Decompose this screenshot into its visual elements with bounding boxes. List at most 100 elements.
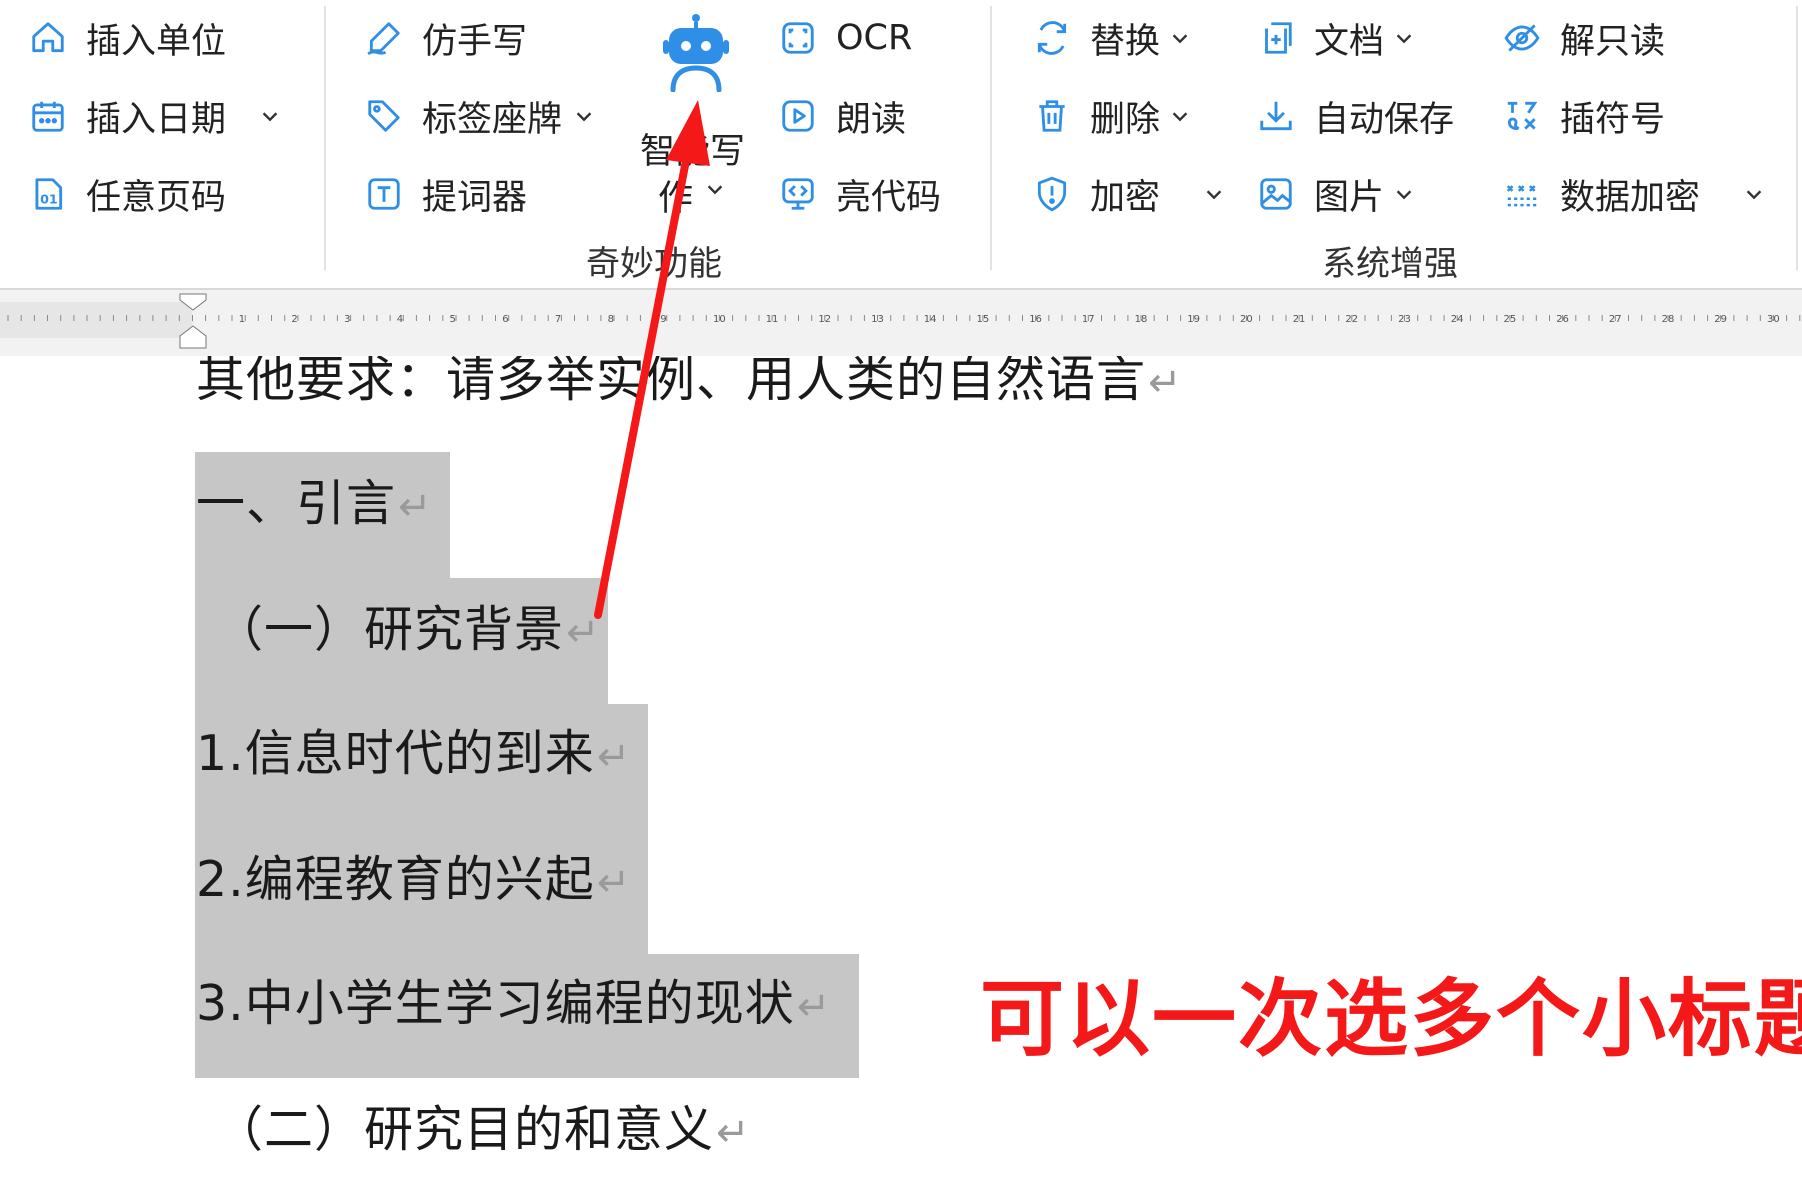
any-page-number-label: 任意页码: [86, 177, 227, 218]
ruler-scale: 1 2 3 4 5 6 7 8 9 10 11 12 13 14 15 16 17 18 19 20 21 22 23 24 2…: [0, 293, 1801, 349]
tag-icon: [364, 96, 404, 136]
ruler-number: 15: [977, 314, 990, 325]
read-aloud-button[interactable]: 朗读: [778, 88, 906, 144]
remove-readonly-button[interactable]: 解只读: [1502, 10, 1665, 66]
imitate-handwriting-button[interactable]: 仿手写: [364, 10, 527, 66]
document-button[interactable]: 文档: [1256, 10, 1418, 66]
list-item-3[interactable]: 3.中小学生学习编程的现状↵: [196, 964, 831, 1035]
chevron-down-icon[interactable]: [1390, 24, 1418, 52]
horizontal-ruler[interactable]: 1 2 3 4 5 6 7 8 9 10 11 12 13 14 15 16 17 18 19 20 21 22 23 24 2…: [0, 288, 1802, 358]
ruler-number: 20: [1240, 314, 1253, 325]
imitate-handwriting-label: 仿手写: [422, 21, 528, 62]
chevron-down-icon[interactable]: [570, 102, 598, 130]
chevron-down-icon[interactable]: [1166, 102, 1194, 130]
symbol-icon: [1502, 96, 1542, 136]
data-encrypt-button[interactable]: 数据加密: [1502, 166, 1768, 222]
ruler-number: 13: [871, 314, 884, 325]
encrypt-label: 加密: [1090, 177, 1161, 218]
chevron-down-icon[interactable]: [1166, 24, 1194, 52]
remove-readonly-label: 解只读: [1560, 21, 1666, 62]
label-name-card-button[interactable]: 标签座牌: [364, 88, 598, 144]
heading-introduction[interactable]: 一、引言↵: [196, 464, 433, 535]
code-monitor-icon: [778, 174, 818, 214]
any-page-number-button[interactable]: 01 任意页码: [28, 166, 226, 222]
text-box-icon: [364, 174, 404, 214]
auto-save-button[interactable]: 自动保存: [1256, 88, 1454, 144]
ruler-number: 30: [1767, 314, 1780, 325]
image-icon: [1256, 174, 1296, 214]
svg-text:01: 01: [40, 192, 58, 207]
encrypt-button[interactable]: 加密: [1032, 166, 1228, 222]
download-icon: [1256, 96, 1296, 136]
data-encrypt-label: 数据加密: [1560, 177, 1701, 218]
ruler-number: 8: [608, 314, 614, 325]
chevron-down-icon[interactable]: [1390, 180, 1418, 208]
ruler-number: 18: [1135, 314, 1148, 325]
read-aloud-label: 朗读: [836, 99, 907, 140]
ruler-number: 3: [344, 314, 350, 325]
ruler-number: 6: [502, 314, 508, 325]
ruler-margin: [0, 302, 192, 338]
page-number-icon: 01: [28, 174, 68, 214]
ruler-number: 1: [239, 314, 245, 325]
home-icon: [28, 18, 68, 58]
ruler-number: 9: [660, 314, 666, 325]
insert-date-label: 插入日期: [86, 99, 227, 140]
image-label: 图片: [1314, 177, 1385, 218]
chevron-down-icon[interactable]: [1740, 180, 1768, 208]
ruler-number: 27: [1609, 314, 1622, 325]
label-name-card-label: 标签座牌: [422, 99, 563, 140]
ruler-number: 4: [397, 314, 403, 325]
chevron-down-icon[interactable]: [704, 178, 730, 204]
insert-date-button[interactable]: 插入日期: [28, 88, 284, 144]
scan-frame-icon: [778, 18, 818, 58]
image-button[interactable]: 图片: [1256, 166, 1418, 222]
ruler-number: 26: [1556, 314, 1569, 325]
ruler-number: 24: [1451, 314, 1464, 325]
ruler-number: 10: [713, 314, 726, 325]
teleprompter-label: 提词器: [422, 177, 528, 218]
subheading-research-purpose[interactable]: （二）研究目的和意义↵: [214, 1090, 751, 1161]
ruler-number: 14: [924, 314, 937, 325]
teleprompter-button[interactable]: 提词器: [364, 166, 527, 222]
paragraph-other-requirements[interactable]: 其他要求：请多举实例、用人类的自然语言↵: [196, 356, 1183, 411]
ruler-number: 5: [450, 314, 456, 325]
highlight-code-button[interactable]: 亮代码: [778, 166, 941, 222]
delete-button[interactable]: 删除: [1032, 88, 1194, 144]
ribbon-toolbar: 插入单位 插入日期 01 任意页码 仿手写 标签座牌 提词器 智能写 作 OCR…: [0, 0, 1802, 288]
highlight-code-label: 亮代码: [836, 177, 942, 218]
document-add-icon: [1256, 18, 1296, 58]
insert-symbol-button[interactable]: 插符号: [1502, 88, 1665, 144]
masked-data-icon: [1502, 174, 1542, 214]
ribbon-separator: [324, 6, 326, 270]
list-item-2[interactable]: 2.编程教育的兴起↵: [196, 840, 631, 911]
pen-icon: [364, 18, 404, 58]
ribbon-separator: [990, 6, 992, 270]
ocr-button[interactable]: OCR: [778, 10, 912, 66]
calendar-icon: [28, 96, 68, 136]
list-item-1[interactable]: 1.信息时代的到来↵: [196, 714, 631, 785]
chevron-down-icon[interactable]: [256, 102, 284, 130]
ocr-label: OCR: [836, 18, 913, 58]
replace-button[interactable]: 替换: [1032, 10, 1194, 66]
ruler-number: 12: [818, 314, 831, 325]
subheading-research-background[interactable]: （一）研究背景↵: [214, 590, 601, 661]
trash-icon: [1032, 96, 1072, 136]
play-icon: [778, 96, 818, 136]
insert-symbol-label: 插符号: [1560, 99, 1666, 140]
robot-icon: [661, 12, 731, 93]
ai-writing-button[interactable]: 智能写 作: [636, 10, 756, 219]
ai-writing-label-line1: 智能写: [640, 132, 746, 172]
shield-icon: [1032, 174, 1072, 214]
replace-label: 替换: [1090, 21, 1161, 62]
ruler-number: 7: [555, 314, 561, 325]
ai-writing-label-line2: 作: [658, 179, 694, 219]
ruler-number: 22: [1345, 314, 1358, 325]
ruler-number: 21: [1293, 314, 1306, 325]
ruler-number: 2: [291, 314, 297, 325]
ruler-number: 17: [1082, 314, 1095, 325]
chevron-down-icon[interactable]: [1200, 180, 1228, 208]
insert-unit-button[interactable]: 插入单位: [28, 10, 226, 66]
ruler-number: 28: [1662, 314, 1675, 325]
ruler-number: 29: [1714, 314, 1727, 325]
